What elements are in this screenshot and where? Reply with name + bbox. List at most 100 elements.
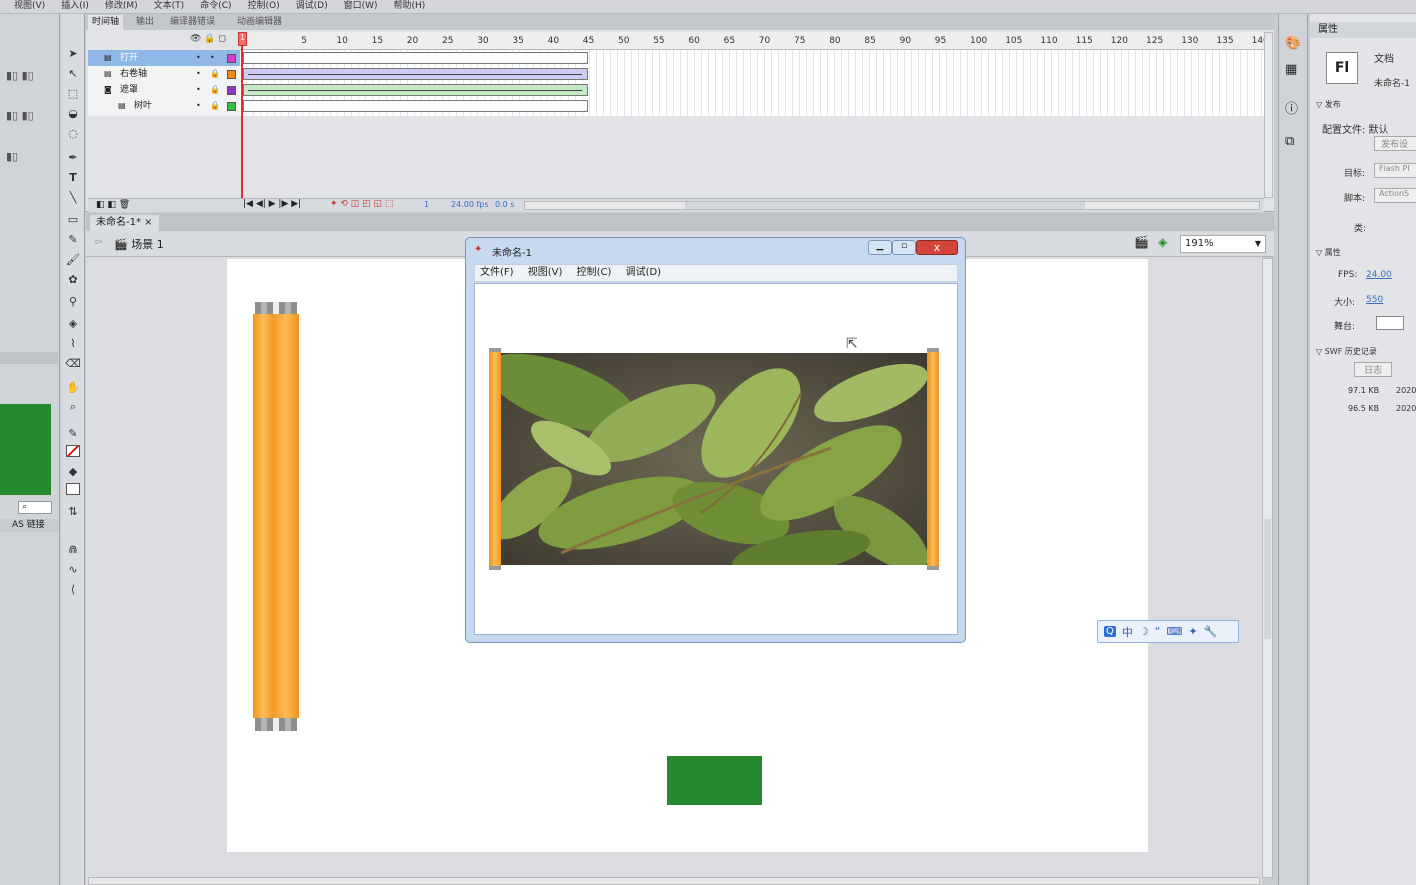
layer-row[interactable]: ▤ 树叶 • 🔒	[88, 98, 240, 114]
target-select[interactable]: Flash Pl	[1374, 163, 1416, 178]
scroll-cap-top[interactable]	[255, 302, 297, 314]
edit-symbol-icon[interactable]: ◈	[1158, 235, 1167, 249]
color-panel-icon[interactable]: 🎨	[1285, 36, 1301, 51]
brush-tool-icon[interactable]: 🖌	[64, 250, 82, 268]
lasso-icon[interactable]: ◌	[64, 124, 82, 142]
timeline-h-scrollbar[interactable]	[524, 201, 1260, 210]
zoom-tool-icon[interactable]: ⌕	[64, 398, 82, 416]
pen-tool-icon[interactable]: ✒	[64, 148, 82, 166]
lock-icon[interactable]: •	[210, 50, 215, 66]
tab-motion-editor[interactable]: 动画编辑器	[233, 15, 286, 30]
size-value[interactable]: 550	[1366, 295, 1383, 305]
deco-tool-icon[interactable]: ✿	[64, 270, 82, 288]
menu-control[interactable]: 控制(C)	[577, 267, 612, 278]
search-icon[interactable]: ⌕	[18, 501, 52, 514]
hand-tool-icon[interactable]: ✋	[64, 378, 82, 396]
menu-item[interactable]: 帮助(H)	[394, 2, 426, 11]
eraser-icon[interactable]: ⌫	[64, 354, 82, 372]
smooth-icon[interactable]: ∿	[64, 560, 82, 578]
minimize-button[interactable]: ▁	[868, 240, 892, 255]
playhead[interactable]	[241, 33, 243, 198]
straighten-icon[interactable]: ⟨	[64, 580, 82, 598]
tab-output[interactable]: 输出	[132, 15, 158, 30]
info-icon[interactable]: ⓘ	[1285, 98, 1298, 117]
menu-debug[interactable]: 调试(D)	[626, 267, 662, 278]
align-icons[interactable]: ▮▯ ▮▯	[6, 69, 34, 82]
maximize-button[interactable]: ▫	[892, 240, 916, 255]
layer-header-icons[interactable]: 👁 🔒 ◻	[190, 34, 226, 44]
layer-color-box[interactable]	[227, 70, 236, 79]
fps-readout[interactable]: 24.00 fps	[451, 200, 489, 209]
line-tool-icon[interactable]: ╲	[64, 188, 82, 206]
3d-rotation-icon[interactable]: ◒	[64, 104, 82, 122]
menu-view[interactable]: 视图(V)	[528, 267, 563, 278]
paint-bucket-icon[interactable]: ◈	[64, 314, 82, 332]
scene-breadcrumb[interactable]: 🎬 场景 1	[114, 236, 164, 252]
text-tool-icon[interactable]: T	[64, 168, 82, 186]
menu-item[interactable]: 窗口(W)	[344, 2, 378, 11]
subselect-tool-icon[interactable]: ↖	[64, 64, 82, 82]
punctuation-icon[interactable]: “	[1155, 625, 1161, 638]
transform-panel-icon[interactable]: ⧉	[1285, 134, 1294, 149]
menu-item[interactable]: 视图(V)	[14, 2, 45, 11]
rectangle-tool-icon[interactable]: ▭	[64, 210, 82, 228]
fill-color-icon[interactable]	[64, 442, 82, 460]
menu-item[interactable]: 命令(C)	[200, 2, 231, 11]
menu-item[interactable]: 修改(M)	[105, 2, 138, 11]
tab-timeline[interactable]: 时间轴	[88, 15, 124, 30]
timeline-v-scrollbar[interactable]	[1264, 32, 1273, 198]
pencil-tool-icon[interactable]: ✎	[64, 230, 82, 248]
playhead-frame-label[interactable]: 1	[238, 32, 247, 46]
green-mask-rect[interactable]	[667, 756, 762, 805]
visibility-dot[interactable]: •	[196, 66, 201, 82]
selection-tool-icon[interactable]: ➤	[64, 44, 82, 62]
ime-logo-icon[interactable]: Q	[1104, 626, 1116, 637]
scroll-cap-bottom[interactable]	[255, 718, 297, 731]
stage-color-swatch[interactable]	[1376, 316, 1404, 330]
color-swatch-preview[interactable]	[0, 404, 51, 495]
layer-row[interactable]: ▤ 右卷轴 • 🔒	[88, 66, 240, 82]
fill-swatch-icon[interactable]	[64, 480, 82, 498]
layer-color-box[interactable]	[227, 102, 236, 111]
wrench-icon[interactable]: 🔧	[1204, 625, 1218, 638]
publish-settings-button[interactable]: 发布设	[1374, 136, 1416, 151]
menu-item[interactable]: 调试(D)	[296, 2, 328, 11]
tab-compiler-errors[interactable]: 编译器错误	[166, 15, 219, 30]
bone-tool-icon[interactable]: ⚲	[64, 292, 82, 310]
document-tab[interactable]: 未命名-1* ×	[90, 215, 159, 231]
zoom-select[interactable]: 191% ▼	[1180, 235, 1266, 253]
lock-icon[interactable]: 🔒	[210, 82, 220, 98]
current-frame[interactable]: 1	[424, 200, 429, 209]
size-icon[interactable]: ▮▯	[6, 150, 18, 163]
visibility-dot[interactable]: •	[196, 82, 201, 98]
script-select[interactable]: ActionS	[1374, 188, 1416, 203]
stage-h-scrollbar[interactable]	[88, 877, 1260, 885]
lock-icon[interactable]: 🔒	[210, 98, 220, 114]
section-properties[interactable]: ▽ 属性	[1316, 247, 1341, 258]
keyboard-icon[interactable]: ⌨	[1166, 625, 1182, 638]
frame-span-leaves[interactable]	[243, 100, 588, 112]
distribute-icons[interactable]: ▮▯ ▮▯	[6, 109, 34, 122]
section-swf-history[interactable]: ▽ SWF 历史记录	[1316, 346, 1377, 357]
free-transform-icon[interactable]: ⬚	[64, 84, 82, 102]
motion-tween-mask[interactable]	[243, 84, 588, 96]
visibility-dot[interactable]: •	[196, 50, 201, 66]
frame-span-open[interactable]	[243, 52, 588, 64]
swatches-icon[interactable]: ▦	[1285, 62, 1297, 77]
section-publish[interactable]: ▽ 发布	[1316, 99, 1341, 110]
swap-colors-icon[interactable]: ⇅	[64, 502, 82, 520]
menu-file[interactable]: 文件(F)	[480, 267, 514, 278]
log-button[interactable]: 日志	[1354, 362, 1392, 377]
menu-item[interactable]: 文本(T)	[154, 2, 185, 11]
layer-color-box[interactable]	[227, 86, 236, 95]
layer-row[interactable]: ◙ 遮罩 • 🔒	[88, 82, 240, 98]
close-icon[interactable]: ×	[144, 217, 152, 228]
stroke-color-icon[interactable]: ✎	[64, 424, 82, 442]
swf-player-window[interactable]: ✦ 未命名-1 ▁ ▫ x 文件(F) 视图(V) 控制(C) 调试(D)	[465, 237, 966, 643]
layer-buttons-icon[interactable]: ◧ ◧ 🗑	[96, 200, 130, 210]
menu-item[interactable]: 控制(O)	[248, 2, 280, 11]
edit-scene-icon[interactable]: 🎬	[1134, 235, 1149, 249]
motion-tween-right-scroll[interactable]	[243, 68, 588, 80]
frame-ruler[interactable]: 1510152025303540455055606570758085909510…	[240, 32, 1298, 50]
fps-value[interactable]: 24.00	[1366, 270, 1392, 280]
